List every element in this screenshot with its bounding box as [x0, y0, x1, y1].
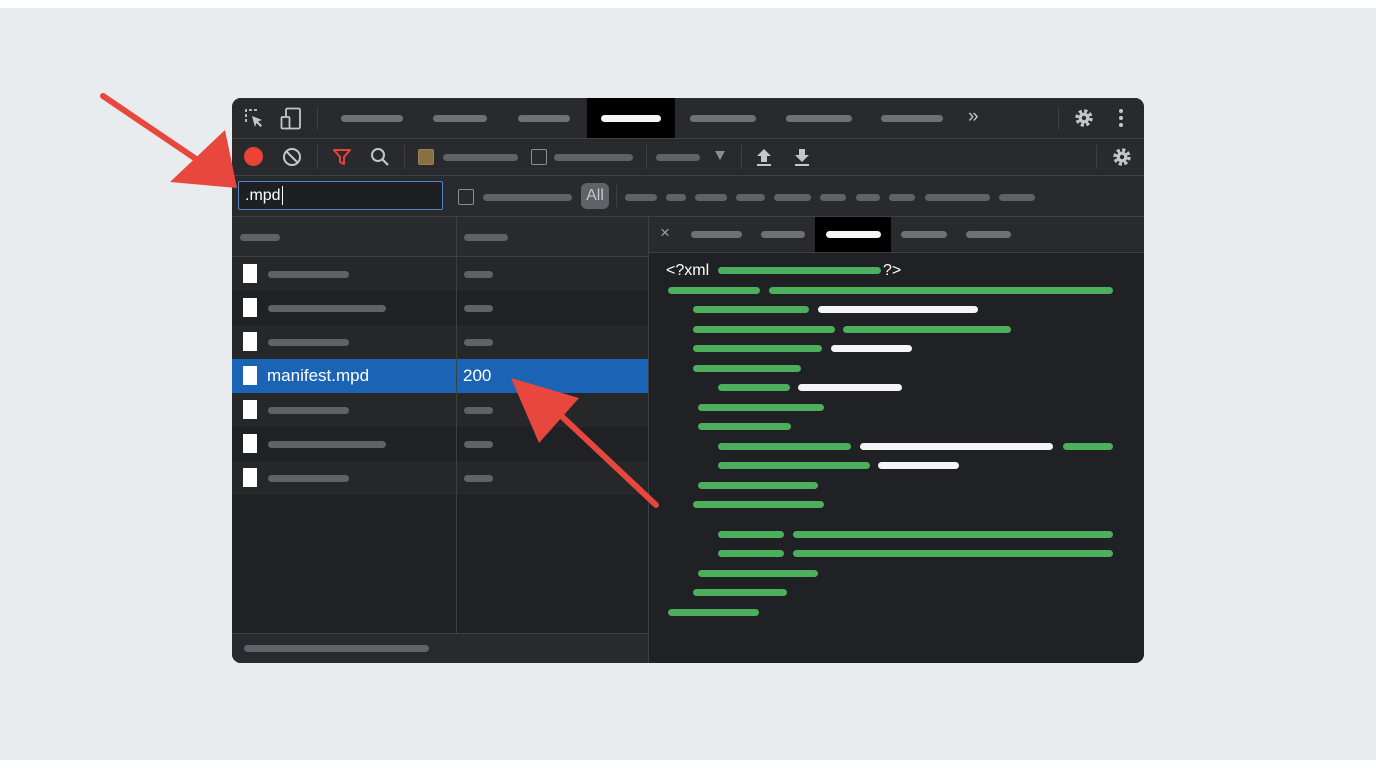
annotation-arrow-status: [511, 378, 659, 508]
annotation-arrow-filter: [100, 93, 237, 188]
annotation-arrows: [100, 93, 659, 508]
